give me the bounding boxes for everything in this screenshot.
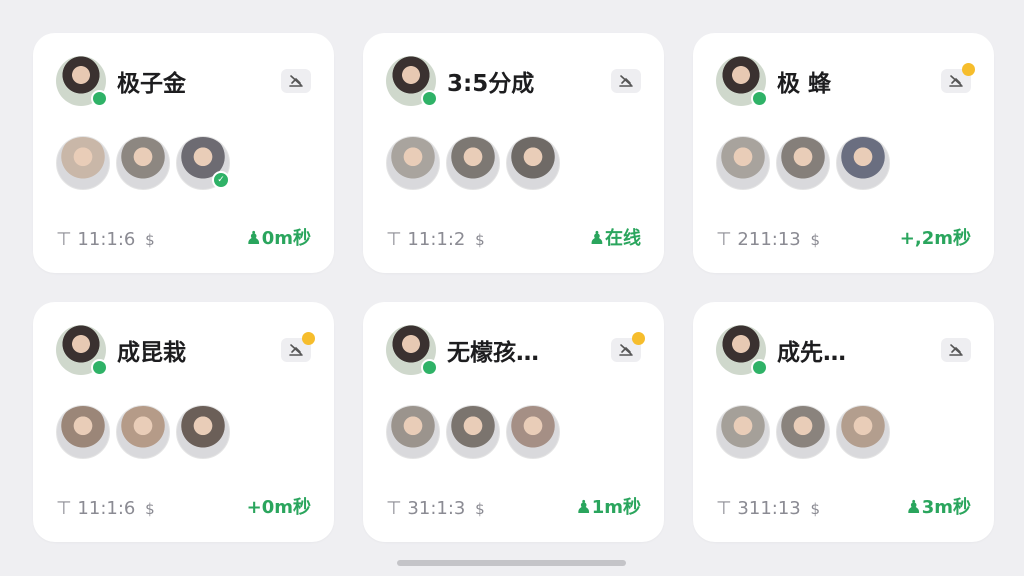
- group-card[interactable]: 3:5分成 ⊤ 11:1:2 $ ♟在线: [363, 33, 664, 273]
- member-avatar[interactable]: [446, 136, 500, 190]
- online-status-icon: [421, 359, 438, 376]
- dollar-icon: $: [810, 500, 821, 518]
- online-status-icon: [91, 359, 108, 376]
- member-avatar[interactable]: [836, 136, 890, 190]
- member-avatar[interactable]: [716, 136, 770, 190]
- mute-icon[interactable]: [611, 332, 645, 362]
- mute-icon[interactable]: [281, 69, 311, 93]
- signal-icon: ⊤: [386, 229, 402, 250]
- member-avatar[interactable]: ✓: [176, 136, 230, 190]
- member-avatar[interactable]: [386, 136, 440, 190]
- group-title: 成先…: [777, 340, 846, 366]
- status-label: ♟在线: [589, 224, 641, 250]
- status-label: +0m秒: [247, 493, 311, 519]
- group-title: 无檬孩…: [447, 340, 539, 366]
- status-label: +,2m秒: [900, 224, 971, 250]
- person-icon: ♟: [905, 497, 922, 518]
- check-icon: ✓: [212, 171, 230, 189]
- meta-info: ⊤ 211:13 $: [716, 229, 820, 250]
- group-card[interactable]: 极 蜂 ⊤ 211:13 $ +,2m秒: [693, 33, 994, 273]
- owner-avatar[interactable]: [716, 56, 768, 107]
- meta-time: 11:1:6: [77, 498, 136, 519]
- group-card[interactable]: 成昆栽 ⊤ 11:1:6 $ +0m秒: [33, 302, 334, 542]
- person-icon: ♟: [245, 228, 262, 249]
- status-text: +0m秒: [246, 497, 311, 518]
- mute-icon[interactable]: [611, 69, 641, 93]
- member-avatar[interactable]: [56, 136, 110, 190]
- status-label: ♟1m秒: [576, 493, 641, 519]
- notification-dot-icon: [632, 332, 645, 345]
- member-avatar[interactable]: [776, 136, 830, 190]
- owner-avatar[interactable]: [716, 325, 768, 376]
- group-title: 极子金: [117, 71, 186, 97]
- meta-info: ⊤ 31:1:3 $: [386, 498, 485, 519]
- dollar-icon: $: [475, 500, 485, 518]
- mute-icon[interactable]: [281, 332, 315, 362]
- mute-icon[interactable]: [941, 338, 971, 362]
- online-status-icon: [751, 359, 768, 376]
- group-grid: 极子金 ✓ ⊤ 11:1:6 $ ♟0m秒 3:5分成 ⊤ 11:1:2 $ ♟…: [33, 33, 994, 542]
- online-status-icon: [751, 90, 768, 107]
- signal-icon: ⊤: [386, 498, 402, 519]
- status-text: 0m秒: [261, 228, 311, 249]
- member-avatar[interactable]: [836, 405, 890, 459]
- status-text: 1m秒: [591, 497, 641, 518]
- status-text: 3m秒: [921, 497, 971, 518]
- person-icon: ♟: [575, 497, 592, 518]
- member-avatar[interactable]: [506, 405, 560, 459]
- notification-dot-icon: [302, 332, 315, 345]
- meta-time: 11:1:2: [407, 229, 466, 250]
- online-status-icon: [91, 90, 108, 107]
- signal-icon: ⊤: [716, 498, 732, 519]
- owner-avatar[interactable]: [56, 325, 108, 376]
- owner-avatar[interactable]: [56, 56, 108, 107]
- person-icon: ♟: [588, 228, 605, 249]
- meta-info: ⊤ 11:1:6 $: [56, 498, 155, 519]
- meta-time: 11:1:6: [77, 229, 136, 250]
- meta-info: ⊤ 11:1:2 $: [386, 229, 485, 250]
- group-title: 成昆栽: [117, 340, 186, 366]
- meta-time: 211:13: [737, 229, 801, 250]
- status-label: ♟0m秒: [246, 224, 311, 250]
- group-card[interactable]: 成先… ⊤ 311:13 $ ♟3m秒: [693, 302, 994, 542]
- member-avatar[interactable]: [176, 405, 230, 459]
- member-avatar[interactable]: [386, 405, 440, 459]
- status-text: 在线: [605, 228, 641, 249]
- dollar-icon: $: [810, 231, 821, 249]
- member-avatar[interactable]: [56, 405, 110, 459]
- group-card[interactable]: 无檬孩… ⊤ 31:1:3 $ ♟1m秒: [363, 302, 664, 542]
- meta-info: ⊤ 11:1:6 $: [56, 229, 155, 250]
- status-label: ♟3m秒: [906, 493, 971, 519]
- signal-icon: ⊤: [56, 498, 72, 519]
- meta-info: ⊤ 311:13 $: [716, 498, 820, 519]
- mute-icon[interactable]: [941, 63, 975, 93]
- member-avatar[interactable]: [446, 405, 500, 459]
- meta-time: 311:13: [737, 498, 801, 519]
- member-avatar[interactable]: [716, 405, 770, 459]
- dollar-icon: $: [145, 231, 155, 249]
- owner-avatar[interactable]: [386, 56, 438, 107]
- dollar-icon: $: [475, 231, 485, 249]
- notification-dot-icon: [962, 63, 975, 76]
- owner-avatar[interactable]: [386, 325, 438, 376]
- member-avatar[interactable]: [116, 136, 170, 190]
- signal-icon: ⊤: [56, 229, 72, 250]
- status-text: +,2m秒: [899, 228, 971, 249]
- member-avatar[interactable]: [116, 405, 170, 459]
- dollar-icon: $: [145, 500, 155, 518]
- member-avatar[interactable]: [506, 136, 560, 190]
- group-title: 极 蜂: [777, 71, 832, 97]
- home-indicator: [397, 560, 626, 566]
- group-title: 3:5分成: [447, 71, 535, 97]
- meta-time: 31:1:3: [407, 498, 466, 519]
- online-status-icon: [421, 90, 438, 107]
- member-avatar[interactable]: [776, 405, 830, 459]
- signal-icon: ⊤: [716, 229, 732, 250]
- group-card[interactable]: 极子金 ✓ ⊤ 11:1:6 $ ♟0m秒: [33, 33, 334, 273]
